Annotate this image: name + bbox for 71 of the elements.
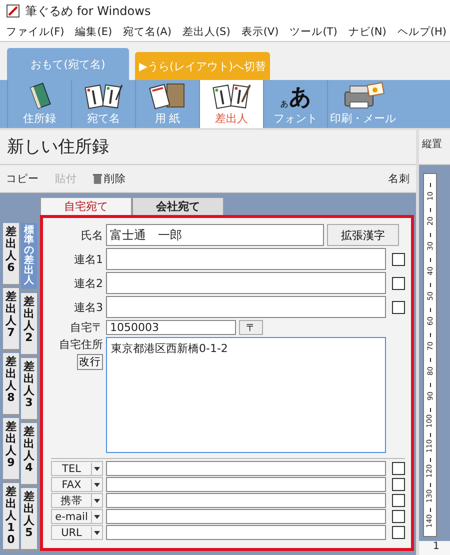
contact-type-dropdown[interactable]: FAX (51, 477, 103, 492)
caret-icon (94, 466, 100, 470)
checkbox[interactable] (392, 462, 405, 475)
sender-tab[interactable]: 差出人3 (21, 358, 37, 421)
window-title: 筆ぐるめ for Windows (25, 2, 151, 20)
field-label: 自宅住所 (58, 337, 103, 352)
address-book-title: 新しい住所録 (0, 130, 416, 165)
menu-item[interactable]: ヘルプ(H) (397, 24, 446, 38)
checkbox[interactable] (392, 300, 405, 314)
address-field[interactable]: 東京都港区西新橋0-1-2 (106, 337, 386, 453)
field-label: 自宅〒 (69, 320, 103, 335)
form-tab[interactable]: 会社宛て (132, 197, 224, 215)
font-icon: ぁあ (279, 82, 312, 110)
caret-icon (94, 514, 100, 518)
field-label: 氏名 (80, 228, 103, 242)
sender-tab[interactable]: 差出人7 (3, 288, 19, 351)
joint-name-field[interactable] (106, 296, 386, 318)
brush-icon (6, 4, 20, 18)
sender-tab[interactable]: 差出人4 (21, 423, 37, 486)
field-label: 連名2 (73, 276, 103, 290)
contact-field[interactable] (106, 461, 386, 476)
checkbox[interactable] (392, 276, 405, 290)
joint-name-field[interactable] (106, 248, 386, 270)
sender-tab[interactable]: 差出人8 (3, 352, 19, 416)
page-number: 1 (419, 541, 450, 555)
contact-field[interactable] (106, 477, 386, 492)
extended-kanji-button[interactable]: 拡張漢字 (327, 224, 399, 246)
postal-button[interactable]: 〒 (239, 320, 263, 335)
cards-pen-icon (212, 82, 252, 110)
toolbar-button[interactable]: 差出人 (199, 80, 263, 128)
checkbox[interactable] (392, 510, 405, 523)
menu-item[interactable]: 編集(E) (75, 24, 112, 38)
menu-item[interactable]: 表示(V) (241, 24, 279, 38)
field-label: 連名1 (73, 252, 103, 266)
contact-type-dropdown[interactable]: URL (51, 525, 103, 540)
line-break-button[interactable]: 改行 (77, 354, 103, 370)
name-field[interactable]: 富士通 一郎 (106, 224, 324, 246)
toolbar-button[interactable]: ぁあ フォント (263, 80, 327, 128)
sender-tab[interactable]: 差出人9 (3, 418, 19, 481)
checkbox[interactable] (392, 478, 405, 491)
menu-item[interactable]: ツール(T) (290, 24, 338, 38)
caret-icon (94, 498, 100, 502)
caret-icon (94, 530, 100, 534)
paper-icon (148, 82, 188, 110)
caret-icon (94, 482, 100, 486)
contact-type-dropdown[interactable]: 携帯 (51, 493, 103, 508)
action-button[interactable]: 削除 (93, 172, 126, 186)
checkbox[interactable] (392, 252, 405, 266)
sender-tab[interactable]: 差出人6 (3, 223, 19, 286)
postal-code-field[interactable]: 1050003 (106, 320, 236, 335)
menu-item[interactable]: ナビ(N) (348, 24, 386, 38)
cards-icon (84, 82, 124, 110)
business-card-button[interactable]: 名刺 (388, 172, 410, 186)
sender-tab[interactable]: 差出人5 (21, 488, 37, 551)
trash-icon (93, 173, 102, 184)
action-button[interactable]: コピー (6, 172, 39, 186)
joint-name-field[interactable] (106, 272, 386, 294)
contact-field[interactable] (106, 509, 386, 524)
menu-item[interactable]: 差出人(S) (182, 24, 230, 38)
contact-field[interactable] (106, 525, 386, 540)
field-label: 連名3 (73, 300, 103, 314)
menu-item[interactable]: ファイル(F) (6, 24, 64, 38)
checkbox[interactable] (392, 494, 405, 507)
sender-tab[interactable]: 差出人10 (3, 482, 19, 552)
contact-field[interactable] (106, 493, 386, 508)
menu-item[interactable]: 宛て名(A) (123, 24, 172, 38)
sender-tab[interactable]: 差出人2 (21, 293, 37, 356)
checkbox[interactable] (392, 526, 405, 539)
contact-type-dropdown[interactable]: e-mail (51, 509, 103, 524)
contact-type-dropdown[interactable]: TEL (51, 461, 103, 476)
form-tab[interactable]: 自宅宛て (40, 197, 132, 215)
